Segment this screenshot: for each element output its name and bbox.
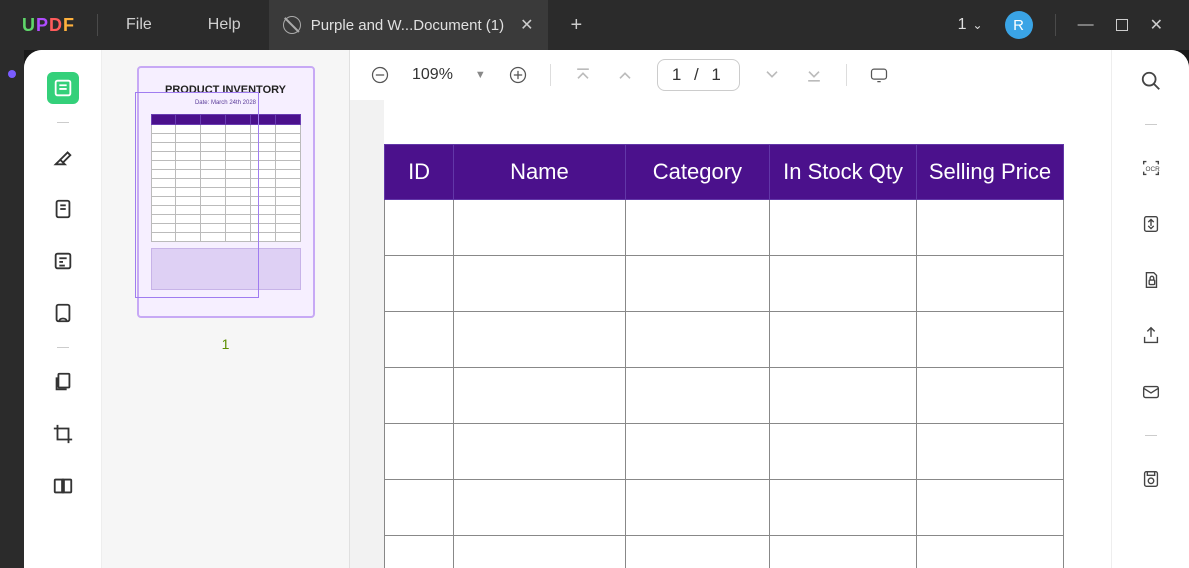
table-row (385, 536, 1064, 568)
menu-file[interactable]: File (98, 16, 180, 34)
document-viewport[interactable]: ID Name Category In Stock Qty Selling Pr… (350, 100, 1111, 568)
user-avatar[interactable]: R (1005, 11, 1033, 39)
reader-mode-button[interactable] (47, 72, 79, 104)
ocr-button[interactable]: OCR (1138, 155, 1164, 181)
chevron-down-icon: ⌄ (973, 18, 983, 32)
page-thumbnail[interactable]: PRODUCT INVENTORY Date: March 24th 2028 (137, 66, 315, 318)
left-tool-rail (24, 50, 102, 568)
presentation-mode-button[interactable] (869, 65, 889, 85)
rail-indicator-icon[interactable] (8, 70, 16, 78)
svg-text:OCR: OCR (1145, 166, 1160, 173)
first-page-button[interactable] (573, 65, 593, 85)
right-tool-rail: OCR (1111, 50, 1189, 568)
table-header-row: ID Name Category In Stock Qty Selling Pr… (385, 145, 1064, 200)
crop-tool-button[interactable] (47, 418, 79, 450)
document-tab[interactable]: Purple and W...Document (1) ✕ (269, 0, 549, 50)
collapsed-rail (0, 50, 24, 568)
organize-pages-button[interactable] (47, 297, 79, 329)
window-count[interactable]: 1 ⌄ (958, 16, 983, 34)
separator (846, 64, 847, 86)
separator (57, 122, 69, 123)
restricted-icon (283, 16, 301, 34)
search-button[interactable] (1138, 68, 1164, 94)
col-price: Selling Price (916, 145, 1063, 200)
app-logo: UPDF (0, 15, 97, 36)
col-stock: In Stock Qty (770, 145, 917, 200)
convert-button[interactable] (1138, 211, 1164, 237)
new-tab-button[interactable]: + (549, 14, 605, 37)
minimize-button[interactable]: — (1078, 16, 1094, 34)
compare-tool-button[interactable] (47, 470, 79, 502)
thumbnail-doc-date: Date: March 24th 2028 (151, 100, 301, 106)
table-row (385, 480, 1064, 536)
copy-pages-button[interactable] (47, 366, 79, 398)
col-id: ID (385, 145, 454, 200)
table-row (385, 312, 1064, 368)
save-button[interactable] (1138, 466, 1164, 492)
page-indicator[interactable]: 1 / 1 (657, 59, 740, 91)
table-row (385, 200, 1064, 256)
share-button[interactable] (1138, 323, 1164, 349)
highlight-tool-button[interactable] (47, 141, 79, 173)
window-count-value: 1 (958, 16, 967, 34)
menu-help[interactable]: Help (180, 16, 269, 34)
titlebar: UPDF File Help Purple and W...Document (… (0, 0, 1189, 50)
form-tool-button[interactable] (47, 245, 79, 277)
zoom-in-button[interactable] (508, 65, 528, 85)
maximize-button[interactable] (1116, 19, 1128, 31)
last-page-button[interactable] (804, 65, 824, 85)
view-toolbar: 109% ▼ 1 / 1 (350, 50, 1111, 100)
thumbnail-panel: PRODUCT INVENTORY Date: March 24th 2028 (102, 50, 350, 568)
thumbnail-footer (151, 248, 301, 290)
col-category: Category (625, 145, 769, 200)
zoom-out-button[interactable] (370, 65, 390, 85)
separator (1145, 124, 1157, 125)
close-tab-icon[interactable]: ✕ (520, 15, 533, 35)
zoom-value: 109% (412, 66, 453, 84)
close-window-button[interactable]: ✕ (1150, 15, 1163, 35)
prev-page-button[interactable] (615, 65, 635, 85)
next-page-button[interactable] (762, 65, 782, 85)
zoom-dropdown-icon[interactable]: ▼ (475, 69, 486, 81)
separator (1055, 14, 1056, 36)
col-name: Name (454, 145, 626, 200)
inventory-table: ID Name Category In Stock Qty Selling Pr… (384, 144, 1064, 568)
thumbnail-table (151, 114, 301, 242)
email-button[interactable] (1138, 379, 1164, 405)
separator (57, 347, 69, 348)
thumbnail-doc-title: PRODUCT INVENTORY (151, 84, 301, 96)
table-row (385, 256, 1064, 312)
edit-text-button[interactable] (47, 193, 79, 225)
table-row (385, 424, 1064, 480)
protect-button[interactable] (1138, 267, 1164, 293)
tab-title: Purple and W...Document (1) (311, 17, 504, 34)
separator (550, 64, 551, 86)
thumbnail-page-number: 1 (222, 336, 230, 352)
document-page: ID Name Category In Stock Qty Selling Pr… (384, 100, 1111, 568)
separator (1145, 435, 1157, 436)
table-row (385, 368, 1064, 424)
